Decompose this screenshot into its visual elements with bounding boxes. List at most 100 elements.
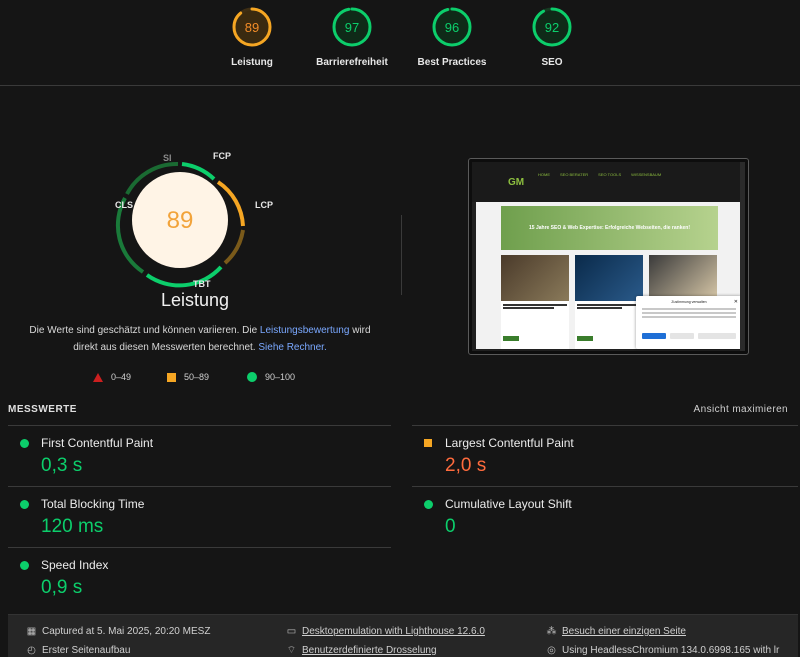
single-page-text: Besuch einer einzigen Seite	[562, 626, 686, 637]
legend-pass-label: 90–100	[265, 372, 296, 382]
gauge-score: 96	[445, 20, 459, 35]
final-screenshot[interactable]: GM HOME SEO BERATER SEO TOOLS WISSENSBAUM 1…	[468, 158, 749, 355]
metric-name: Largest Contentful Paint	[445, 436, 574, 450]
scoring-link[interactable]: Leistungsbewertung	[260, 325, 350, 336]
screenshot-menu-item: SEO TOOLS	[598, 172, 622, 177]
metric-name: Total Blocking Time	[41, 497, 145, 511]
gauge-label-fcp: FCP	[213, 151, 231, 161]
metric-value: 0	[445, 516, 456, 537]
category-scores: 89 Leistung 97 Barrierefreiheit 96 Best …	[0, 0, 800, 86]
gauge-score: 92	[545, 20, 559, 35]
gauge-best-practices[interactable]: 96 Best Practices	[402, 6, 502, 68]
card-image	[575, 255, 643, 301]
screenshot-card	[575, 255, 643, 349]
legend-fail-label: 0–49	[111, 372, 132, 382]
gauge-label-cls: CLS	[115, 200, 133, 210]
screenshot-logo: GM	[508, 177, 525, 188]
card-button	[577, 336, 593, 341]
divider	[412, 425, 798, 426]
metric-value: 0,9 s	[41, 577, 83, 598]
gauge-accessibility[interactable]: 97 Barrierefreiheit	[302, 6, 402, 68]
screenshot-menu-item: SEO BERATER	[560, 172, 589, 177]
divider	[8, 486, 391, 487]
screenshot-scrollbar	[740, 162, 745, 351]
gauge-ring: 89	[232, 7, 272, 47]
runtime-settings: ▦ Captured at 5. Mai 2025, 20:20 MESZ ▭ De…	[8, 614, 798, 657]
square-icon	[167, 372, 176, 382]
gauge-score: 97	[345, 20, 359, 35]
throttling-text: Benutzerdefinierte Drosselung	[302, 645, 437, 656]
metrics-heading: MESSWERTE	[8, 404, 77, 415]
wifi-icon: ⌔	[286, 645, 297, 656]
single-page-info[interactable]: ⁂ Besuch einer einzigen Seite	[546, 626, 686, 637]
gauge-ring: 92	[532, 7, 572, 47]
pass-icon	[20, 561, 29, 570]
close-icon: ✕	[733, 299, 738, 305]
average-icon	[424, 439, 432, 447]
triangle-icon	[93, 372, 103, 382]
performance-gauge-large: 89	[100, 140, 260, 310]
score-note: Die Werte sind geschätzt und können vari…	[20, 322, 380, 356]
screenshot-cookie-dialog: Zustimmung verwalten ✕	[636, 296, 742, 349]
metric-name: First Contentful Paint	[41, 436, 154, 450]
gauge-ring: 97	[332, 7, 372, 47]
initial-load: ◴ Erster Seitenaufbau	[26, 645, 130, 656]
note-text: Die Werte sind geschätzt und können vari…	[29, 325, 260, 336]
gauge-label-tbt: TBT	[193, 279, 211, 289]
cookie-accept-button	[642, 333, 666, 339]
pass-icon	[20, 439, 29, 448]
gauge-ring: 96	[432, 7, 472, 47]
gauge-seo[interactable]: 92 SEO	[502, 6, 602, 68]
legend-average-label: 50–89	[184, 372, 210, 382]
screenshot-content: GM HOME SEO BERATER SEO TOOLS WISSENSBAUM 1…	[472, 162, 745, 351]
screenshot-menu: HOME SEO BERATER SEO TOOLS WISSENSBAUM	[538, 172, 671, 177]
card-button	[503, 336, 519, 341]
legend-pass: 90–100	[247, 372, 295, 382]
screenshot-hero: 15 Jahre SEO & Web Expertise: Erfolgreic…	[501, 206, 718, 250]
cookie-deny-button	[670, 333, 694, 339]
main-score: 89	[167, 207, 194, 234]
emulation-text: Desktopemulation with Lighthouse 12.6.0	[302, 626, 485, 637]
gauge-performance[interactable]: 89 Leistung	[202, 6, 302, 68]
captured-text: Captured at 5. Mai 2025, 20:20 MESZ	[42, 626, 211, 637]
browser-info: ◎ Using HeadlessChromium 134.0.6998.165 w…	[546, 645, 779, 656]
gauge-label-lcp: LCP	[255, 200, 273, 210]
pass-icon	[20, 500, 29, 509]
divider	[8, 547, 391, 548]
screenshot-menu-item: WISSENSBAUM	[631, 172, 662, 177]
initial-load-text: Erster Seitenaufbau	[42, 645, 131, 656]
metric-value: 2,0 s	[445, 455, 487, 476]
gauge-label-si: SI	[163, 153, 172, 163]
screenshot-card	[501, 255, 569, 349]
card-image	[501, 255, 569, 301]
metric-value: 120 ms	[41, 516, 104, 537]
performance-title: Leistung	[160, 290, 230, 310]
divider	[412, 486, 798, 487]
emulation-info[interactable]: ▭ Desktopemulation with Lighthouse 12.6.0	[286, 626, 485, 637]
gauge-label: Best Practices	[417, 57, 487, 68]
card-image	[649, 255, 717, 301]
metric-name: Cumulative Layout Shift	[445, 497, 572, 511]
chrome-icon: ◎	[547, 645, 556, 656]
cookie-text-line	[642, 308, 736, 310]
screenshot-body: 15 Jahre SEO & Web Expertise: Erfolgreic…	[476, 202, 743, 349]
metric-value: 0,3 s	[41, 455, 83, 476]
card-text-placeholder	[575, 301, 643, 312]
throttling-info[interactable]: ⌔ Benutzerdefinierte Drosselung	[286, 645, 437, 656]
calendar-icon: ▦	[26, 626, 37, 637]
gauge-label: SEO	[541, 57, 563, 68]
card-text-placeholder	[501, 301, 569, 312]
browser-text: Using HeadlessChromium 134.0.6998.165 wi…	[562, 645, 780, 656]
screenshot-menu-item: HOME	[538, 172, 550, 177]
calculator-link[interactable]: Siehe Rechner.	[258, 342, 326, 353]
performance-gauge-ring: 89	[115, 161, 245, 288]
timer-icon: ◴	[27, 645, 36, 656]
cookie-text-line	[642, 312, 736, 314]
laptop-icon: ▭	[286, 626, 297, 637]
expand-view-toggle[interactable]: Ansicht maximieren	[694, 404, 788, 415]
legend-average: 50–89	[167, 372, 209, 382]
legend-fail: 0–49	[93, 372, 131, 382]
captured-at: ▦ Captured at 5. Mai 2025, 20:20 MESZ	[26, 626, 211, 637]
screenshot-nav: GM HOME SEO BERATER SEO TOOLS WISSENSBAUM	[472, 162, 745, 202]
cookie-text-line	[642, 316, 736, 318]
